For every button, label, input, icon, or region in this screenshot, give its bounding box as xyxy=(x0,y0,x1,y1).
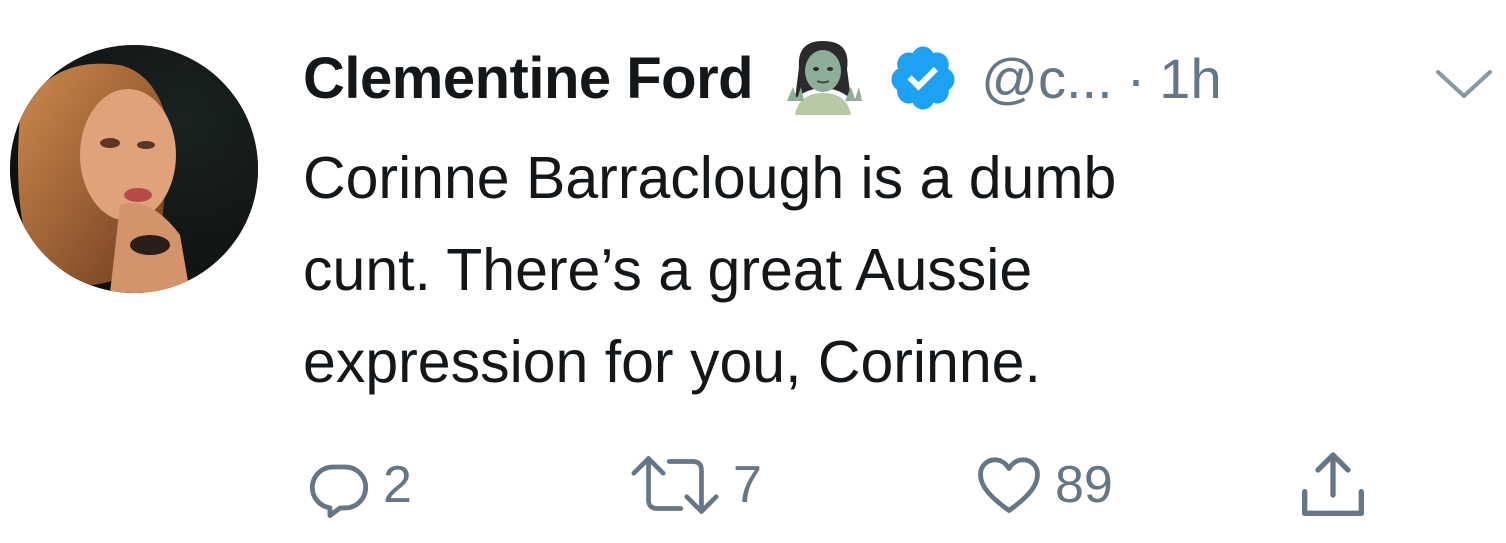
reply-count: 2 xyxy=(383,456,412,514)
retweet-button[interactable]: 7 xyxy=(625,440,762,530)
retweet-count: 7 xyxy=(733,456,762,514)
tweet-header: Clementine Ford @c... · 1h xyxy=(303,38,1222,118)
separator-dot: · xyxy=(1126,46,1146,110)
heart-icon xyxy=(978,457,1040,513)
tweet: Clementine Ford @c... · 1h Corinne Barra… xyxy=(0,0,1506,543)
like-count: 89 xyxy=(1055,456,1113,514)
retweet-icon xyxy=(631,456,719,514)
reply-button[interactable]: 2 xyxy=(303,440,412,530)
avatar[interactable] xyxy=(10,45,258,293)
tweet-timestamp[interactable]: 1h xyxy=(1159,46,1221,111)
author-name[interactable]: Clementine Ford xyxy=(303,45,754,112)
tweet-actions: 2 7 89 xyxy=(303,440,1403,530)
reply-icon xyxy=(309,464,369,518)
avatar-photo xyxy=(10,45,258,293)
like-button[interactable]: 89 xyxy=(971,440,1113,530)
chevron-down-icon[interactable] xyxy=(1432,64,1496,104)
verified-badge-icon xyxy=(887,42,959,114)
share-button[interactable] xyxy=(1293,440,1373,530)
author-handle[interactable]: @c... xyxy=(981,46,1113,111)
share-icon xyxy=(1302,452,1364,516)
zombie-woman-emoji-icon xyxy=(777,37,869,119)
tweet-text: Corinne Barraclough is a dumb cunt. Ther… xyxy=(303,145,1117,395)
